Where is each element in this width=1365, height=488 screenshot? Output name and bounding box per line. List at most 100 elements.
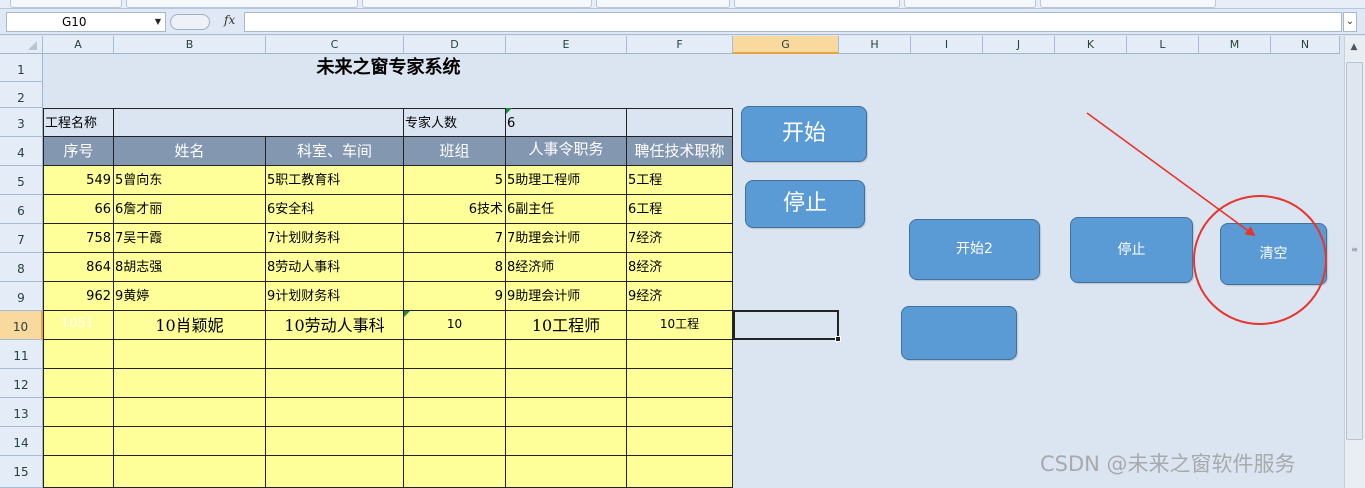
row-header[interactable]: 4 <box>0 137 43 166</box>
table-cell-serial[interactable]: 864 <box>43 253 114 282</box>
table-cell-position[interactable]: 9助理会计师 <box>506 282 627 311</box>
column-header[interactable]: J <box>983 36 1055 54</box>
table-cell-group[interactable]: 7 <box>404 224 506 253</box>
table-cell-serial[interactable]: 962 <box>43 282 114 311</box>
clear-button[interactable]: 清空 <box>1220 223 1327 285</box>
table-cell-department[interactable]: 6安全科 <box>266 195 404 224</box>
column-header[interactable]: L <box>1127 36 1199 54</box>
table-cell-tech-title[interactable]: 9经济 <box>627 282 733 311</box>
sheet-title[interactable]: 未来之窗专家系统 <box>44 54 733 82</box>
start2-button[interactable]: 开始2 <box>909 219 1040 280</box>
formula-input[interactable] <box>244 12 1342 32</box>
table-cell-name[interactable]: 10肖颖妮 <box>114 311 266 340</box>
empty-cell[interactable] <box>506 398 627 427</box>
table-cell-serial[interactable]: 549 <box>43 166 114 195</box>
column-header[interactable]: B <box>114 36 266 54</box>
cell-f3[interactable] <box>627 108 733 137</box>
formula-bar-grip-icon[interactable] <box>170 14 210 30</box>
project-name-value[interactable] <box>114 108 404 137</box>
ribbon-tab[interactable] <box>1040 0 1216 8</box>
stop2-button[interactable]: 停止 <box>1070 217 1193 283</box>
row-header[interactable]: 2 <box>0 82 43 108</box>
empty-cell[interactable] <box>43 427 114 456</box>
table-cell-name[interactable]: 5曾向东 <box>114 166 266 195</box>
empty-cell[interactable] <box>627 340 733 369</box>
experts-count-label[interactable]: 专家人数 <box>404 108 506 137</box>
table-cell-position[interactable]: 5助理工程师 <box>506 166 627 195</box>
empty-cell[interactable] <box>114 369 266 398</box>
table-cell-serial[interactable]: 1051 <box>43 311 114 340</box>
table-cell-position[interactable]: 6副主任 <box>506 195 627 224</box>
header-tech-title[interactable]: 聘任技术职称 <box>627 137 733 166</box>
empty-cell[interactable] <box>266 398 404 427</box>
row-header-selected[interactable]: 10 <box>0 311 43 340</box>
empty-cell[interactable] <box>114 427 266 456</box>
table-cell-tech-title[interactable]: 6工程 <box>627 195 733 224</box>
column-header[interactable]: H <box>839 36 911 54</box>
header-name[interactable]: 姓名 <box>114 137 266 166</box>
row-header[interactable]: 5 <box>0 166 43 195</box>
table-cell-group[interactable]: 8 <box>404 253 506 282</box>
table-cell-group[interactable]: 5 <box>404 166 506 195</box>
ribbon-tab[interactable] <box>904 0 1036 8</box>
column-header[interactable]: A <box>43 36 114 54</box>
table-cell-name[interactable]: 6詹才丽 <box>114 195 266 224</box>
ribbon-tab[interactable] <box>126 0 358 8</box>
ribbon-tab[interactable] <box>596 0 730 8</box>
empty-cell[interactable] <box>506 427 627 456</box>
empty-cell[interactable] <box>404 427 506 456</box>
empty-cell[interactable] <box>627 456 733 488</box>
header-serial[interactable]: 序号 <box>43 137 114 166</box>
table-cell-name[interactable]: 7吴干霞 <box>114 224 266 253</box>
empty-cell[interactable] <box>627 427 733 456</box>
name-box-dropdown-icon[interactable]: ▼ <box>152 15 164 29</box>
table-cell-serial[interactable]: 66 <box>43 195 114 224</box>
empty-cell[interactable] <box>43 369 114 398</box>
table-cell-department[interactable]: 8劳动人事科 <box>266 253 404 282</box>
ribbon-tab[interactable] <box>362 0 592 8</box>
scroll-up-icon[interactable]: ▲ <box>1347 40 1361 54</box>
row-header[interactable]: 3 <box>0 108 43 137</box>
header-department[interactable]: 科室、车间 <box>266 137 404 166</box>
table-cell-tech-title[interactable]: 5工程 <box>627 166 733 195</box>
name-box[interactable]: G10 <box>6 12 166 32</box>
table-cell-department[interactable]: 7计划财务科 <box>266 224 404 253</box>
table-cell-position[interactable]: 10工程师 <box>506 311 627 340</box>
expand-formula-bar-icon[interactable]: ⌄ <box>1343 12 1357 32</box>
column-header-selected[interactable]: G <box>733 36 839 54</box>
table-cell-group[interactable]: 9 <box>404 282 506 311</box>
column-header[interactable]: M <box>1199 36 1271 54</box>
table-cell-name[interactable]: 8胡志强 <box>114 253 266 282</box>
start-button[interactable]: 开始 <box>741 106 867 162</box>
empty-cell[interactable] <box>43 340 114 369</box>
row-header[interactable]: 1 <box>0 54 43 82</box>
column-header[interactable]: F <box>627 36 733 54</box>
table-cell-department[interactable]: 9计划财务科 <box>266 282 404 311</box>
table-cell-tech-title[interactable]: 8经济 <box>627 253 733 282</box>
header-group[interactable]: 班组 <box>404 137 506 166</box>
table-cell-group[interactable]: 10 <box>404 311 506 340</box>
table-cell-tech-title[interactable]: 10工程 <box>627 311 733 340</box>
stop-button[interactable]: 停止 <box>745 180 865 228</box>
empty-cell[interactable] <box>627 398 733 427</box>
row-header[interactable]: 15 <box>0 456 43 488</box>
header-position[interactable]: 人事令职务 <box>506 137 627 166</box>
row-header[interactable]: 14 <box>0 427 43 456</box>
column-header[interactable]: C <box>266 36 404 54</box>
empty-cell[interactable] <box>506 456 627 488</box>
blank-shape-button[interactable] <box>901 306 1017 360</box>
column-header[interactable]: I <box>911 36 983 54</box>
empty-cell[interactable] <box>627 369 733 398</box>
empty-cell[interactable] <box>404 398 506 427</box>
column-header[interactable]: E <box>506 36 627 54</box>
ribbon-tab[interactable] <box>10 0 122 8</box>
table-cell-position[interactable]: 8经济师 <box>506 253 627 282</box>
ribbon-tab[interactable] <box>734 0 900 8</box>
row-header[interactable]: 8 <box>0 253 43 282</box>
row-header[interactable]: 11 <box>0 340 43 369</box>
column-header[interactable]: D <box>404 36 506 54</box>
empty-cell[interactable] <box>404 369 506 398</box>
empty-cell[interactable] <box>43 456 114 488</box>
project-name-label[interactable]: 工程名称 <box>43 108 114 137</box>
empty-cell[interactable] <box>114 398 266 427</box>
